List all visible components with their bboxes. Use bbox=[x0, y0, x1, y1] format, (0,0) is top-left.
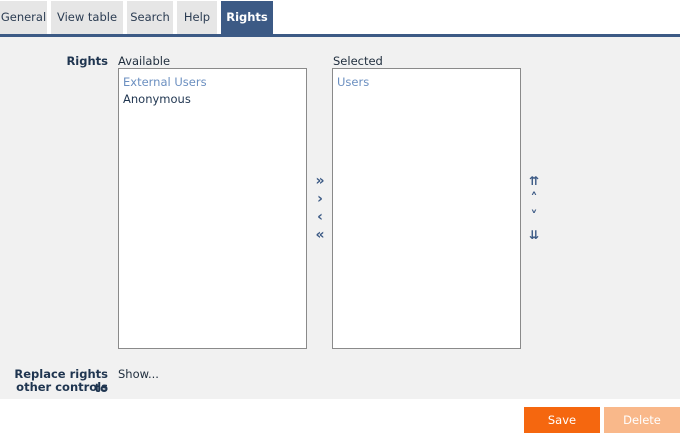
available-list[interactable]: External Users Anonymous bbox=[118, 68, 307, 349]
selected-caption: Selected bbox=[333, 54, 383, 68]
delete-button[interactable]: Delete bbox=[604, 407, 680, 433]
available-caption: Available bbox=[118, 54, 171, 68]
replace-rights-label-line2: other controls bbox=[16, 380, 108, 394]
move-bottom-icon[interactable]: ⇊ bbox=[527, 228, 541, 242]
selected-list[interactable]: Users bbox=[332, 68, 521, 349]
tab-help[interactable]: Help bbox=[177, 1, 217, 34]
tab-view-table[interactable]: View table bbox=[51, 1, 123, 34]
tab-search[interactable]: Search bbox=[127, 1, 173, 34]
remove-icon[interactable]: ‹ bbox=[313, 210, 327, 224]
add-icon[interactable]: › bbox=[313, 192, 327, 206]
list-item[interactable]: Anonymous bbox=[123, 91, 302, 108]
show-replace-link[interactable]: Show... bbox=[118, 367, 159, 381]
tab-general[interactable]: General bbox=[0, 1, 47, 34]
rights-label: Rights bbox=[66, 54, 108, 68]
list-item[interactable]: Users bbox=[337, 74, 516, 91]
list-item[interactable]: External Users bbox=[123, 74, 302, 91]
tab-bar: General View table Search Help Rights bbox=[0, 0, 680, 37]
save-button[interactable]: Save bbox=[524, 407, 600, 433]
move-top-icon[interactable]: ⇈ bbox=[527, 174, 541, 188]
add-all-icon[interactable]: » bbox=[313, 174, 327, 188]
move-down-icon[interactable]: ˅ bbox=[527, 210, 541, 224]
move-up-icon[interactable]: ˄ bbox=[527, 192, 541, 206]
tab-rights[interactable]: Rights bbox=[221, 1, 273, 34]
remove-all-icon[interactable]: « bbox=[313, 228, 327, 242]
